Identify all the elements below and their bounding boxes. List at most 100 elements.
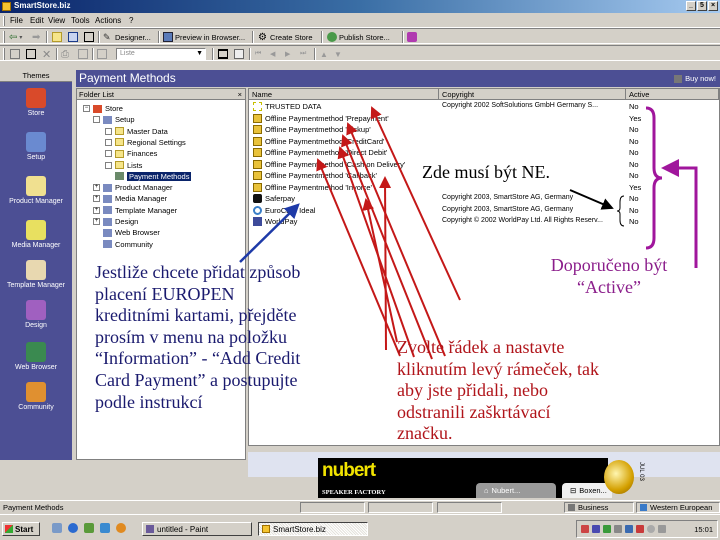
quicklaunch-ie-icon[interactable] — [68, 523, 78, 533]
cell-active[interactable]: No — [629, 160, 639, 169]
tray-icon[interactable] — [614, 525, 622, 533]
table-row[interactable]: Offline Paymentmethod 'CreditCard' No — [249, 136, 719, 148]
tray-icon[interactable] — [603, 525, 611, 533]
restore-button[interactable]: 5 — [697, 1, 707, 11]
tree-item[interactable]: Product Manager — [103, 182, 173, 193]
table-row[interactable]: EuroCard Ideal Copyright 2003, SmartStore… — [249, 205, 719, 217]
banner-tab-nubert[interactable]: ⌂ Nubert... — [476, 483, 556, 498]
forward-button[interactable]: ➡ — [32, 31, 40, 43]
expand-toggle[interactable] — [93, 116, 100, 124]
move-up-button[interactable]: ▲ — [320, 48, 328, 60]
network-icon[interactable] — [625, 525, 633, 533]
banner-tab-boxen[interactable]: ⊟ Boxen... — [562, 483, 612, 498]
column-header-active[interactable]: Active — [626, 89, 719, 100]
table-row[interactable]: WorldPay Copyright © 2002 WorldPay Ltd. A… — [249, 217, 719, 228]
tree-item[interactable]: Media Manager — [103, 193, 167, 204]
tree-item[interactable]: Regional Settings — [115, 137, 186, 148]
minimize-button[interactable]: _ — [686, 1, 696, 11]
new-item-button[interactable] — [10, 48, 20, 60]
close-button[interactable]: × — [708, 1, 718, 11]
layout-button[interactable] — [84, 31, 94, 43]
view-select[interactable]: Liste ▼ — [116, 48, 206, 60]
buy-now-link[interactable]: Buy now! — [674, 70, 716, 87]
clipboard-button[interactable] — [97, 48, 107, 60]
taskbar-paint[interactable]: untitled - Paint — [142, 522, 252, 536]
tree-item[interactable]: Setup — [103, 114, 135, 125]
panel-button[interactable] — [68, 31, 78, 43]
start-button[interactable]: Start — [2, 522, 40, 536]
tray-icon[interactable] — [592, 525, 600, 533]
cell-active[interactable]: No — [629, 137, 639, 146]
cell-active[interactable]: No — [629, 148, 639, 157]
first-record-button[interactable]: ⏮ — [255, 48, 261, 60]
theme-store[interactable]: Store — [0, 88, 72, 117]
tree-item[interactable]: Template Manager — [103, 205, 177, 216]
quicklaunch-media-icon[interactable] — [116, 523, 126, 533]
publish-store-button[interactable]: Publish Store... — [327, 31, 390, 43]
cell-active[interactable]: Yes — [629, 114, 641, 123]
theme-web-browser[interactable]: Web Browser — [0, 342, 72, 371]
folder-button[interactable] — [52, 31, 62, 43]
table-row[interactable]: Saferpay Copyright 2003, SmartStore AG, G… — [249, 194, 719, 205]
cell-active[interactable]: No — [629, 102, 639, 111]
tree-item[interactable]: Store — [93, 103, 123, 114]
tree-item[interactable]: Payment Methods — [115, 171, 192, 182]
expand-toggle[interactable]: + — [93, 195, 100, 203]
cell-active[interactable]: Yes — [629, 183, 641, 192]
theme-media-manager[interactable]: Media Manager — [0, 220, 72, 249]
list-view-button[interactable] — [234, 48, 244, 60]
tray-icon[interactable] — [636, 525, 644, 533]
cell-active[interactable]: No — [629, 206, 639, 215]
tree-item[interactable]: Web Browser — [103, 227, 160, 238]
delete-button[interactable]: ✕ — [42, 48, 51, 61]
expand-toggle[interactable] — [105, 150, 112, 158]
back-button[interactable]: ⇦ ▾ — [9, 31, 22, 43]
menu-actions[interactable]: Actions — [95, 16, 121, 25]
cell-active[interactable]: No — [629, 217, 639, 226]
tree-item[interactable]: Community — [103, 239, 153, 250]
table-row[interactable]: Offline Paymentmethod 'Pickup' No — [249, 125, 719, 136]
volume-icon[interactable] — [658, 525, 666, 533]
quicklaunch-outlook-icon[interactable] — [100, 523, 110, 533]
column-header-name[interactable]: Name — [249, 89, 439, 100]
theme-template-manager[interactable]: Template Manager — [0, 260, 72, 289]
theme-setup[interactable]: Setup — [0, 132, 72, 161]
expand-toggle[interactable]: + — [93, 218, 100, 225]
theme-product-manager[interactable]: Product Manager — [0, 176, 72, 205]
close-icon[interactable]: × — [238, 89, 242, 100]
last-record-button[interactable]: ⏭ — [300, 48, 306, 60]
menu-view[interactable]: View — [48, 16, 65, 25]
properties-button[interactable] — [26, 48, 36, 60]
cell-active[interactable]: No — [629, 194, 639, 203]
expand-toggle[interactable]: + — [93, 206, 100, 214]
menu-edit[interactable]: Edit — [30, 16, 44, 25]
theme-community[interactable]: Community — [0, 382, 72, 411]
tree-item[interactable]: Finances — [115, 148, 157, 159]
quicklaunch-desktop-icon[interactable] — [52, 523, 62, 533]
taskbar-smartstore[interactable]: SmartStore.biz — [258, 522, 368, 536]
expand-toggle[interactable]: − — [83, 105, 90, 112]
expand-toggle[interactable]: + — [93, 184, 100, 192]
tree-item[interactable]: Lists — [115, 160, 142, 171]
tray-icon[interactable] — [581, 525, 589, 533]
theme-design[interactable]: Design — [0, 300, 72, 329]
create-store-button[interactable]: ⚙ Create Store — [258, 31, 313, 43]
print-button[interactable]: ⎙ — [61, 48, 69, 60]
table-row[interactable]: Offline Paymentmethod 'Invoice' Yes — [249, 182, 719, 194]
prev-record-button[interactable]: ◀ — [270, 48, 275, 60]
menu-tools[interactable]: Tools — [71, 16, 90, 25]
quicklaunch-app-icon[interactable] — [84, 523, 94, 533]
help-book-button[interactable] — [407, 31, 417, 43]
nubert-banner[interactable]: nubert SPEAKER FACTORY — [318, 458, 440, 498]
expand-toggle[interactable] — [105, 127, 112, 135]
menu-help[interactable]: ? — [129, 16, 133, 25]
tree-item[interactable]: Master Data — [115, 126, 168, 137]
preview-button[interactable]: Preview in Browser... — [163, 31, 245, 43]
cell-active[interactable]: No — [629, 125, 639, 134]
designer-button[interactable]: ✎ Designer... — [103, 31, 151, 43]
table-row[interactable]: TRUSTED DATA Copyright 2002 SoftSolutions… — [249, 102, 719, 113]
print-preview-button[interactable] — [78, 48, 88, 60]
tree-item[interactable]: Design — [103, 216, 138, 227]
move-down-button[interactable]: ▼ — [334, 48, 342, 60]
table-row[interactable]: Offline Paymentmethod 'Direct Debit' No — [249, 148, 719, 159]
